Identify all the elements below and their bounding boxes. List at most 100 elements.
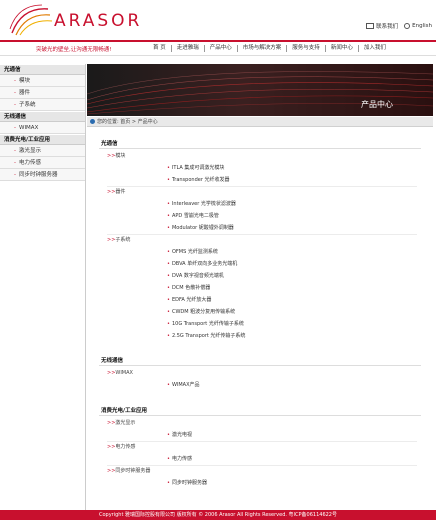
product-link[interactable]: • OFMS 光纤监测系统 [167, 248, 218, 255]
subcategory-clock-server[interactable]: >>同步时钟服务器 [107, 467, 150, 474]
product-link[interactable]: • ITLA 集成可调激光模块 [167, 164, 224, 171]
subcategory-label: 电力传感 [115, 444, 136, 450]
nav-news[interactable]: 新闻中心 [324, 45, 358, 52]
subcategory-laser-display[interactable]: >>激光显示 [107, 419, 135, 426]
sidebar-item-label: WIMAX [19, 125, 39, 131]
product-link[interactable]: • Transponder 光纤收发器 [167, 176, 229, 183]
sidebar-item-wimax[interactable]: - WIMAX [0, 122, 85, 134]
bullet-icon: • [167, 480, 170, 486]
section-divider [99, 415, 421, 416]
english-link[interactable]: English [404, 22, 432, 30]
contact-label: 联系我们 [376, 24, 399, 30]
nav-support[interactable]: 服务与支持 [286, 45, 325, 52]
product-label: DCM 色散补偿器 [171, 285, 211, 291]
product-link[interactable]: • 激光电视 [167, 431, 192, 438]
product-label: Modulator 铌酸锂外调制器 [171, 225, 234, 231]
dash-marker: - [14, 90, 16, 96]
breadcrumb: 您的位置: 首页 > 产品中心 [87, 117, 433, 127]
sidebar-item-clock-server[interactable]: - 同步时钟服务器 [0, 169, 85, 181]
subcategory-power-sensing[interactable]: >>电力传感 [107, 443, 135, 450]
dash-marker: - [14, 160, 16, 166]
sidebar-item-module[interactable]: - 模块 [0, 75, 85, 87]
sidebar-item-subsystem[interactable]: - 子系统 [0, 99, 85, 111]
dash-marker: - [14, 172, 16, 178]
product-link[interactable]: • EDFA 光纤放大器 [167, 296, 211, 303]
banner: 产品中心 [87, 64, 433, 116]
product-link[interactable]: • APD 雪崩光电二极管 [167, 212, 219, 219]
logo[interactable]: ARASOR [8, 3, 148, 37]
bullet-icon: • [167, 213, 170, 219]
product-link[interactable]: • WIMAX产品 [167, 381, 200, 388]
subcategory-label: 同步时钟服务器 [115, 468, 151, 474]
section-divider [99, 365, 421, 366]
sidebar-item-device[interactable]: - 器件 [0, 87, 85, 99]
section-title-optical: 光通信 [101, 141, 118, 147]
product-label: 2.5G Transport 光纤传输子系统 [171, 333, 246, 339]
nav-products[interactable]: 产品中心 [203, 45, 237, 52]
product-link[interactable]: • Modulator 铌酸锂外调制器 [167, 224, 234, 231]
location-icon [90, 119, 95, 124]
subcategory-label: 模块 [115, 153, 126, 159]
subcategory-label: WIMAX [115, 370, 133, 376]
sidebar-item-power-sensing[interactable]: - 电力传感 [0, 157, 85, 169]
row-divider [107, 234, 417, 235]
sidebar-group-wireless[interactable]: 无线通信 [0, 111, 85, 122]
row-divider [107, 441, 417, 442]
dash-marker: - [14, 125, 16, 131]
product-label: EDFA 光纤放大器 [171, 297, 212, 303]
subcategory-module[interactable]: >>模块 [107, 152, 125, 159]
bullet-icon: • [167, 261, 170, 267]
subcategory-label: 器件 [115, 189, 126, 195]
sidebar-item-label: 激光显示 [19, 148, 42, 154]
logo-swoosh-icon [9, 4, 53, 36]
sidebar: 光通信 - 模块 - 器件 - 子系统 无线通信 - WIMAX 消费光电/工业应用 -… [0, 64, 86, 510]
sidebar-item-label: 模块 [19, 78, 31, 84]
subcategory-label: 激光显示 [115, 420, 136, 426]
banner-title: 产品中心 [361, 100, 393, 109]
bullet-icon: • [167, 382, 170, 388]
subcategory-wimax[interactable]: >>WIMAX [107, 370, 133, 376]
product-label: 激光电视 [171, 432, 192, 438]
sidebar-group-consumer[interactable]: 消费光电/工业应用 [0, 134, 85, 145]
mail-icon [366, 23, 375, 29]
bullet-icon: • [167, 285, 170, 291]
bullet-icon: • [167, 321, 170, 327]
sidebar-item-label: 子系统 [19, 102, 36, 108]
subcategory-subsystem[interactable]: >>子系统 [107, 236, 130, 243]
product-link[interactable]: • DBVA 单纤双向多业务光端机 [167, 260, 237, 267]
product-label: CWDM 粗波分复用传输系统 [171, 309, 236, 315]
sidebar-group-optical[interactable]: 光通信 [0, 64, 85, 75]
navbar: 突破光的壁垒,让沟通无限畅通! 首 页 走进雅瑞 产品中心 市场与解决方案 服务… [0, 42, 436, 56]
product-label: 电力传感 [171, 456, 192, 462]
product-link[interactable]: • 10G Transport 光纤传输子系统 [167, 320, 244, 327]
product-link[interactable]: • DCM 色散补偿器 [167, 284, 210, 291]
nav-solutions[interactable]: 市场与解决方案 [236, 45, 287, 52]
logo-text: ARASOR [54, 11, 143, 31]
product-link[interactable]: • DVA 数字视音频光端机 [167, 272, 224, 279]
header: ARASOR 联系我们 English [0, 0, 436, 40]
nav-about[interactable]: 走进雅瑞 [170, 45, 204, 52]
product-link[interactable]: • 同步时钟服务器 [167, 479, 207, 486]
nav-careers[interactable]: 加入我们 [357, 45, 391, 52]
bullet-icon: • [167, 225, 170, 231]
product-label: 10G Transport 光纤传输子系统 [171, 321, 244, 327]
row-divider [107, 465, 417, 466]
top-links: 联系我们 English [366, 22, 432, 30]
product-link[interactable]: • 电力传感 [167, 455, 192, 462]
bullet-icon: • [167, 333, 170, 339]
footer: Copyright 雅瑞国际控股有限公司 版权所有 © 2006 Arasor … [0, 510, 436, 520]
sidebar-item-laser-display[interactable]: - 激光显示 [0, 145, 85, 157]
subcategory-device[interactable]: >>器件 [107, 188, 125, 195]
bullet-icon: • [167, 249, 170, 255]
subcategory-label: 子系统 [115, 237, 131, 243]
bullet-icon: • [167, 201, 170, 207]
sidebar-item-label: 器件 [19, 90, 31, 96]
section-divider [99, 148, 421, 149]
nav-home[interactable]: 首 页 [148, 45, 171, 52]
product-link[interactable]: • 2.5G Transport 光纤传输子系统 [167, 332, 245, 339]
product-link[interactable]: • CWDM 粗波分复用传输系统 [167, 308, 235, 315]
product-link[interactable]: • Interleaver 光学梳状滤波器 [167, 200, 236, 207]
section-title-consumer: 消费光电/工业应用 [101, 408, 148, 414]
contact-link[interactable]: 联系我们 [366, 22, 398, 30]
product-label: Interleaver 光学梳状滤波器 [171, 201, 236, 207]
